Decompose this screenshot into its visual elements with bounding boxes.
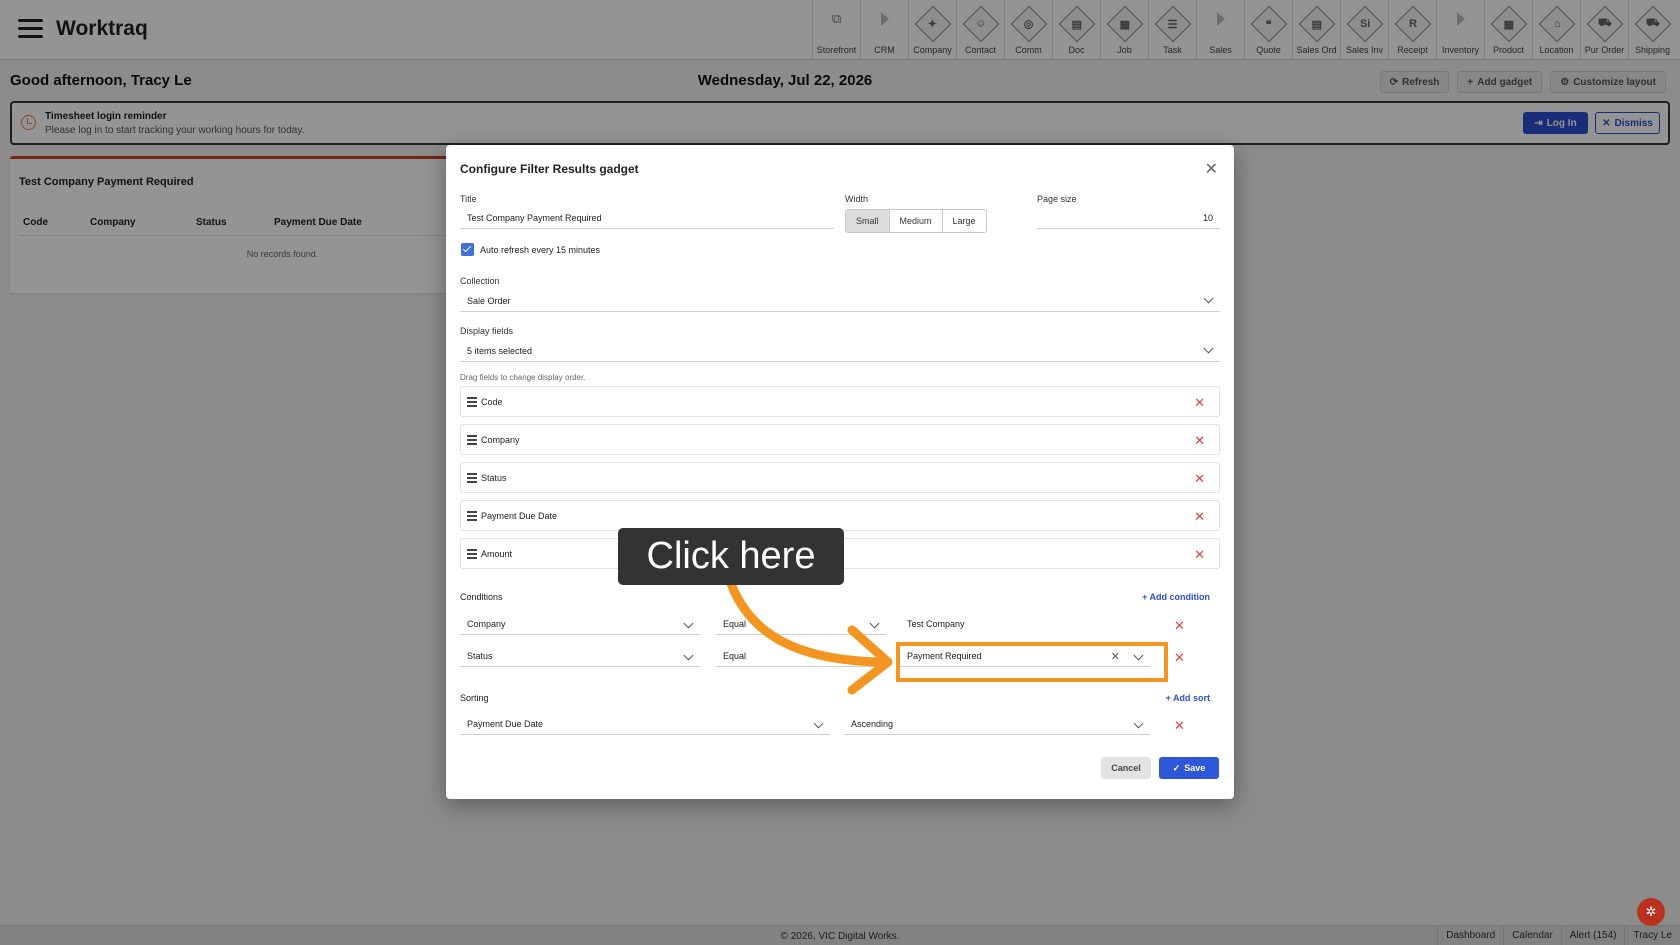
auto-refresh-label: Auto refresh every 15 minutes bbox=[480, 245, 601, 255]
field-name: Payment Due Date bbox=[481, 511, 558, 521]
configure-gadget-dialog: Configure Filter Results gadget ✕ Title … bbox=[446, 145, 1234, 799]
dialog-title: Configure Filter Results gadget bbox=[460, 162, 639, 176]
sort-direction-select[interactable]: Ascending bbox=[844, 715, 1150, 735]
cancel-button[interactable]: Cancel bbox=[1101, 757, 1151, 779]
auto-refresh-checkbox[interactable] bbox=[461, 243, 474, 256]
remove-condition-icon[interactable]: ✕ bbox=[1174, 619, 1185, 632]
add-sort-link[interactable]: + Add sort bbox=[1166, 693, 1210, 703]
remove-field-icon[interactable]: ✕ bbox=[1194, 472, 1205, 485]
page-size-label: Page size bbox=[1037, 194, 1077, 204]
close-icon[interactable]: ✕ bbox=[1205, 159, 1218, 179]
click-target-highlight bbox=[896, 642, 1168, 682]
sort-field-value: Payment Due Date bbox=[467, 719, 544, 729]
sorting-label: Sorting bbox=[460, 693, 489, 703]
collection-value: Sale Order bbox=[467, 296, 511, 306]
check-icon: ✓ bbox=[1172, 762, 1181, 773]
width-option-large[interactable]: Large bbox=[943, 210, 986, 232]
drag-handle-icon[interactable] bbox=[467, 549, 477, 561]
remove-field-icon[interactable]: ✕ bbox=[1194, 434, 1205, 447]
field-name: Company bbox=[481, 435, 520, 445]
remove-condition-icon[interactable]: ✕ bbox=[1174, 651, 1185, 664]
condition-operator-value: Equal bbox=[723, 651, 747, 661]
condition-field-select[interactable]: Status bbox=[460, 647, 700, 667]
add-sort-label: Add sort bbox=[1173, 693, 1210, 703]
save-label: Save bbox=[1184, 763, 1206, 773]
conditions-label: Conditions bbox=[460, 592, 503, 602]
field-name: Status bbox=[481, 473, 507, 483]
condition-field-value: Company bbox=[467, 619, 506, 629]
click-here-callout: Click here bbox=[618, 528, 844, 585]
condition-operator-value: Equal bbox=[723, 619, 747, 629]
field-name: Amount bbox=[481, 549, 513, 559]
remove-field-icon[interactable]: ✕ bbox=[1194, 510, 1205, 523]
save-button[interactable]: ✓ Save bbox=[1159, 757, 1219, 779]
remove-field-icon[interactable]: ✕ bbox=[1194, 548, 1205, 561]
condition-value-select[interactable]: Test Company bbox=[900, 615, 1150, 635]
chevron-down-icon bbox=[683, 650, 694, 661]
add-condition-link[interactable]: + Add condition bbox=[1142, 592, 1210, 602]
chevron-down-icon bbox=[813, 718, 824, 729]
collection-select[interactable]: Sale Order bbox=[460, 290, 1220, 312]
chevron-down-icon bbox=[1133, 718, 1144, 729]
drag-handle-icon[interactable] bbox=[467, 473, 477, 485]
remove-sort-icon[interactable]: ✕ bbox=[1174, 719, 1185, 732]
display-fields-select[interactable]: 5 items selected bbox=[460, 340, 1220, 362]
chevron-down-icon bbox=[1203, 293, 1214, 304]
condition-operator-select[interactable]: Equal bbox=[716, 615, 886, 635]
sort-field-select[interactable]: Payment Due Date bbox=[460, 715, 830, 735]
drag-handle-icon[interactable] bbox=[467, 435, 477, 447]
display-field-row[interactable]: Payment Due Date ✕ bbox=[460, 500, 1220, 531]
title-label: Title bbox=[460, 194, 477, 204]
condition-field-value: Status bbox=[467, 651, 493, 661]
collection-label: Collection bbox=[460, 276, 500, 286]
drag-handle-icon[interactable] bbox=[467, 511, 477, 523]
display-fields-label: Display fields bbox=[460, 326, 514, 336]
remove-field-icon[interactable]: ✕ bbox=[1194, 396, 1205, 409]
condition-operator-select[interactable]: Equal bbox=[716, 647, 886, 667]
chevron-down-icon bbox=[869, 618, 880, 629]
page-size-input[interactable]: 10 bbox=[1037, 207, 1220, 229]
display-fields-value: 5 items selected bbox=[467, 346, 533, 356]
display-field-row[interactable]: Status ✕ bbox=[460, 462, 1220, 493]
condition-value: Test Company bbox=[907, 619, 965, 629]
width-label: Width bbox=[845, 194, 869, 204]
field-name: Code bbox=[481, 397, 503, 407]
drag-handle-icon[interactable] bbox=[467, 397, 477, 409]
width-selector: Small Medium Large bbox=[845, 209, 987, 233]
width-option-small[interactable]: Small bbox=[846, 210, 890, 232]
add-condition-label: Add condition bbox=[1149, 592, 1211, 602]
title-input[interactable]: Test Company Payment Required bbox=[460, 207, 834, 229]
condition-field-select[interactable]: Company bbox=[460, 615, 700, 635]
display-field-row[interactable]: Code ✕ bbox=[460, 386, 1220, 417]
assistant-fab-icon[interactable]: ✲ bbox=[1637, 898, 1665, 926]
sort-direction-value: Ascending bbox=[851, 719, 894, 729]
chevron-down-icon bbox=[1203, 343, 1214, 354]
width-option-medium[interactable]: Medium bbox=[890, 210, 943, 232]
display-field-row[interactable]: Company ✕ bbox=[460, 424, 1220, 455]
chevron-down-icon bbox=[683, 618, 694, 629]
drag-hint: Drag fields to change display order. bbox=[460, 373, 586, 382]
